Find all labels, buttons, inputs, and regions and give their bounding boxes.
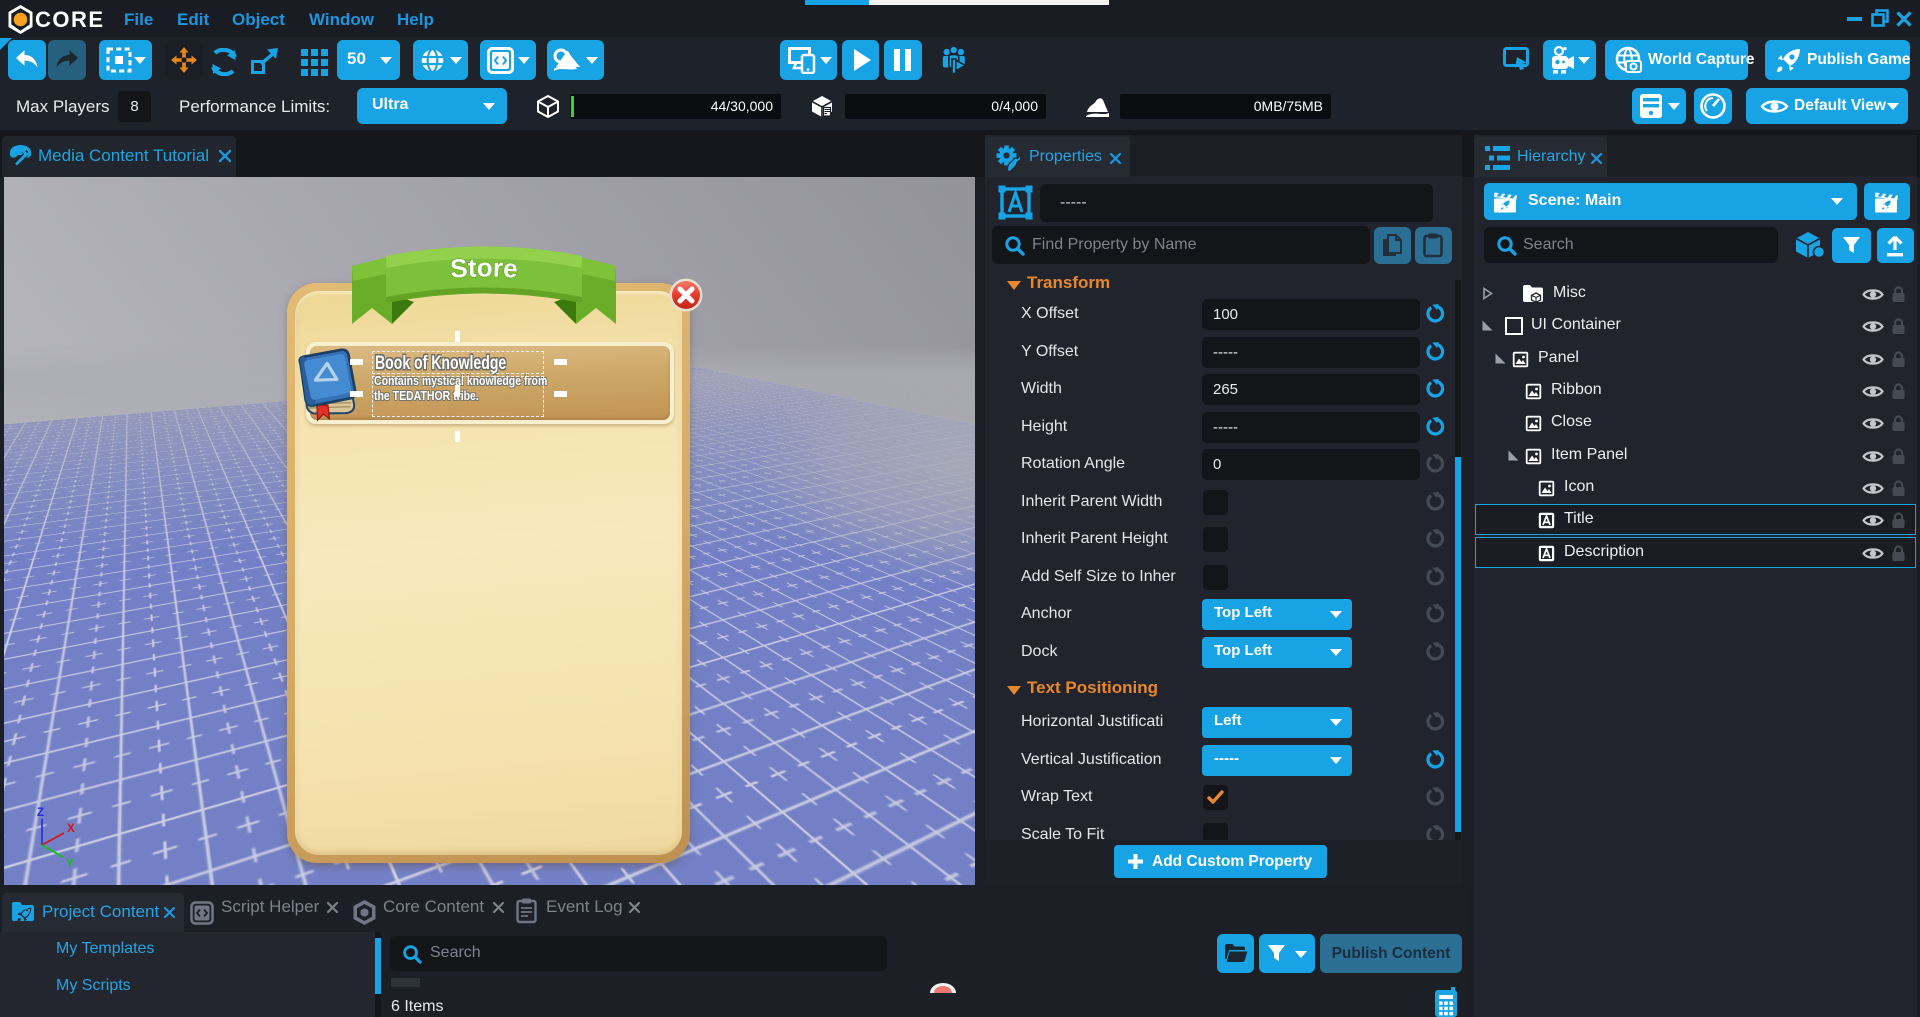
svg-text:Store: Store xyxy=(449,252,518,283)
svg-text:X: X xyxy=(67,823,75,835)
svg-text:Z: Z xyxy=(37,807,44,819)
svg-text:Y: Y xyxy=(66,858,74,870)
